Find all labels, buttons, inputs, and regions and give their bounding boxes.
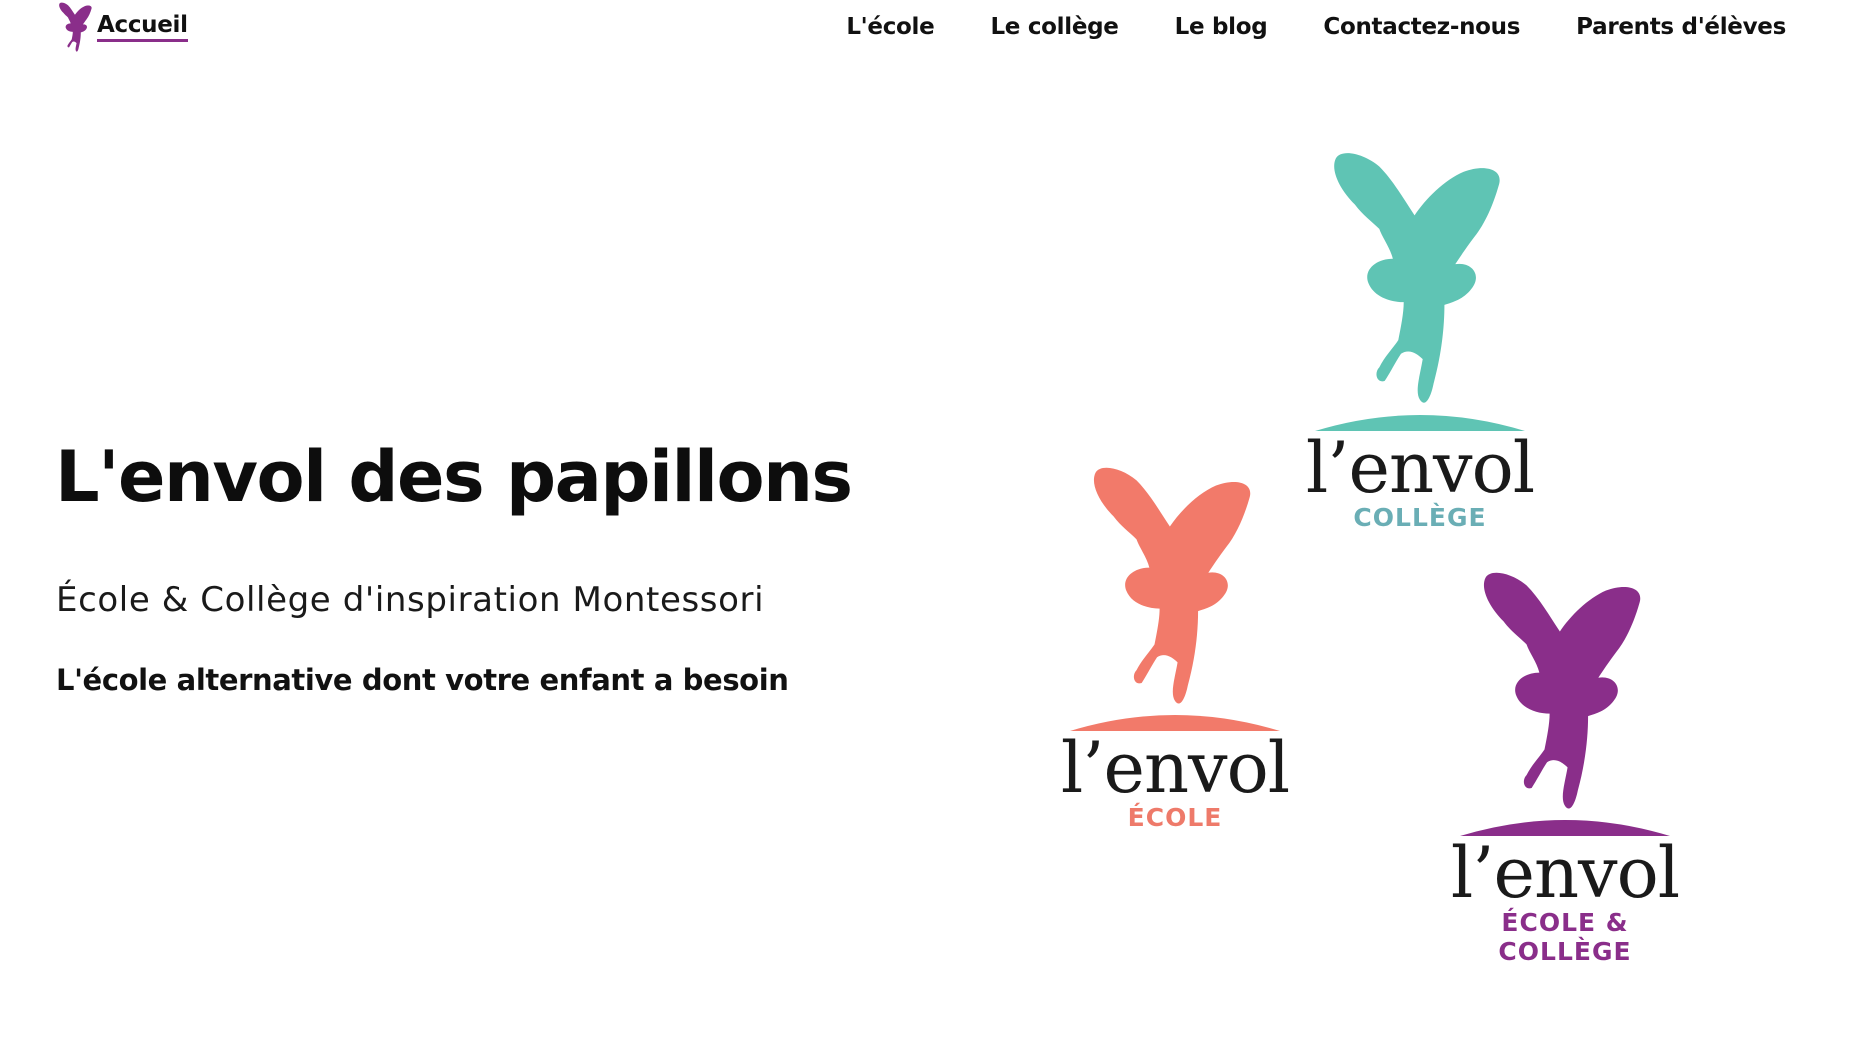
- home-link-label: Accueil: [97, 12, 188, 42]
- butterfly-fairy-icon: [1093, 467, 1251, 704]
- logo-college: l’envol COLLÈGE: [1305, 150, 1535, 532]
- logo-college-word: l’envol: [1305, 427, 1535, 509]
- logo-ecole-college: l’envol ÉCOLE & COLLÈGE: [1450, 570, 1680, 966]
- nav-item-college[interactable]: Le collège: [990, 12, 1118, 42]
- home-link[interactable]: Accueil: [55, 2, 188, 54]
- logo-ecole-college-word: l’envol: [1450, 832, 1680, 914]
- logo-ecole: l’envol ÉCOLE: [1060, 465, 1290, 832]
- butterfly-fairy-icon: [1334, 153, 1500, 403]
- logo-ecole-college-caption-line2: COLLÈGE: [1498, 937, 1632, 966]
- main-nav: L'école Le collège Le blog Contactez-nou…: [846, 12, 1786, 42]
- page-title: L'envol des papillons: [55, 436, 853, 518]
- hero-subtitle: École & Collège d'inspiration Montessori: [56, 580, 765, 620]
- nav-item-parents[interactable]: Parents d'élèves: [1576, 12, 1786, 42]
- nav-item-contact[interactable]: Contactez-nous: [1323, 12, 1520, 42]
- nav-item-ecole[interactable]: L'école: [846, 12, 934, 42]
- hero-tagline: L'école alternative dont votre enfant a …: [56, 663, 789, 697]
- site-header: Accueil L'école Le collège Le blog Conta…: [0, 0, 1858, 60]
- logo-ecole-word: l’envol: [1060, 727, 1290, 809]
- nav-item-blog[interactable]: Le blog: [1175, 12, 1268, 42]
- butterfly-fairy-icon: [1483, 572, 1641, 809]
- butterfly-fairy-icon: [59, 2, 92, 52]
